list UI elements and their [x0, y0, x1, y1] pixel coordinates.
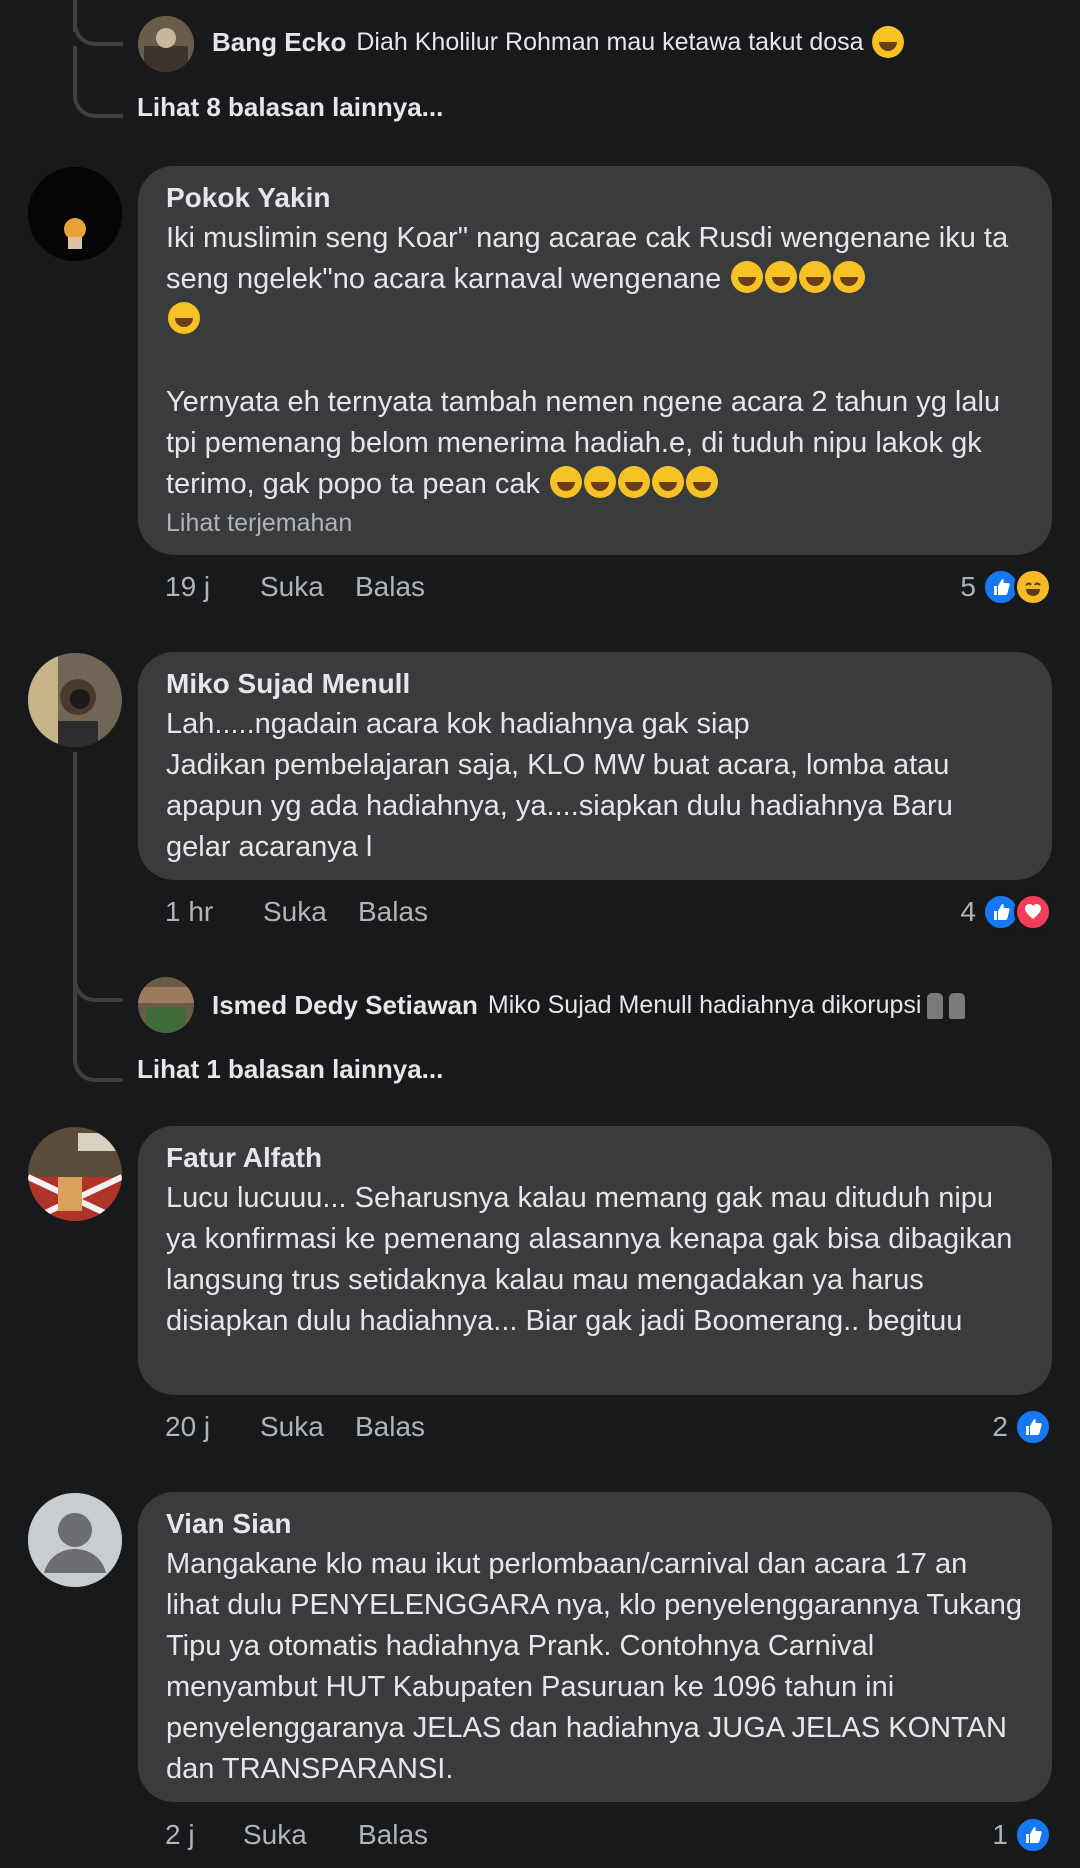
thread-connector: [73, 46, 123, 118]
reaction-summary[interactable]: 4: [960, 893, 1052, 931]
moai-emoji-icon: [927, 992, 944, 1019]
comment-actions: 2 j Suka Balas: [165, 1819, 428, 1851]
reply-item: Bang Ecko Diah Kholilur Rohman mau ketaw…: [212, 26, 904, 58]
comment-author[interactable]: Vian Sian: [166, 1506, 1024, 1542]
thread-connector: [73, 990, 123, 1082]
comment-author[interactable]: Pokok Yakin: [166, 180, 1024, 216]
heart-icon: [1014, 893, 1052, 931]
avatar-photo: [138, 16, 194, 72]
moai-emoji-icon: [949, 992, 966, 1019]
comment-author[interactable]: Fatur Alfath: [166, 1140, 1024, 1176]
rofl-emoji-icon: [618, 466, 651, 498]
comment-bubble: Fatur Alfath Lucu lucuuu... Seharusnya k…: [138, 1126, 1052, 1395]
avatar[interactable]: [28, 167, 122, 261]
reaction-count: 2: [992, 1411, 1008, 1442]
reply-text: Miko Sujad Menull hadiahnya dikorupsi: [487, 991, 922, 1019]
thread-line: [73, 752, 77, 992]
like-icon: [1014, 1816, 1052, 1854]
avatar-photo: [28, 1127, 122, 1221]
reply-item: Ismed Dedy Setiawan Miko Sujad Menull ha…: [212, 990, 966, 1021]
avatar[interactable]: [138, 977, 194, 1033]
like-button[interactable]: Suka: [243, 1819, 358, 1851]
reply-author[interactable]: Bang Ecko: [212, 27, 346, 58]
rofl-emoji-icon: [799, 261, 832, 293]
comment-text: Iki muslimin seng Koar" nang acarae cak …: [166, 218, 1024, 341]
comment-actions: 19 j Suka Balas: [165, 571, 425, 603]
like-button[interactable]: Suka: [263, 896, 358, 928]
reaction-summary[interactable]: 5: [960, 568, 1052, 606]
rofl-emoji-icon: [731, 261, 764, 293]
comment-actions: 20 j Suka Balas: [165, 1411, 425, 1443]
avatar[interactable]: [138, 16, 194, 72]
avatar[interactable]: [28, 1127, 122, 1221]
reaction-count: 4: [960, 896, 976, 927]
rofl-emoji-icon: [550, 466, 583, 498]
comment-time[interactable]: 2 j: [165, 1819, 243, 1851]
avatar-photo: [138, 977, 194, 1033]
reply-text: Diah Kholilur Rohman mau ketawa takut do…: [356, 27, 864, 56]
comment-text: Mangakane klo mau ikut perlombaan/carniv…: [166, 1548, 1030, 1785]
comment-text: Lah.....ngadain acara kok hadiahnya gak …: [166, 708, 953, 863]
comment-text: Lucu lucuuu... Seharusnya kalau memang g…: [166, 1182, 1021, 1337]
reaction-count: 5: [960, 571, 976, 602]
rofl-emoji-icon: [686, 466, 719, 498]
default-profile-icon: [28, 1493, 122, 1587]
comment-author[interactable]: Miko Sujad Menull: [166, 666, 1024, 702]
thread-connector: [73, 20, 123, 46]
comment-text-part: Iki muslimin seng Koar" nang acarae cak …: [166, 222, 1017, 295]
reaction-count: 1: [992, 1819, 1008, 1850]
reply-author[interactable]: Ismed Dedy Setiawan: [212, 990, 478, 1021]
avatar[interactable]: [28, 653, 122, 747]
comment-bubble: Pokok Yakin Iki muslimin seng Koar" nang…: [138, 166, 1052, 555]
comment-actions: 1 hr Suka Balas: [165, 896, 428, 928]
comment-time[interactable]: 20 j: [165, 1411, 260, 1443]
like-icon: [1014, 1408, 1052, 1446]
comment-text: Yernyata eh ternyata tambah nemen ngene …: [166, 382, 1024, 505]
reaction-summary[interactable]: 1: [992, 1816, 1052, 1854]
comment-bubble: Miko Sujad Menull Lah.....ngadain acara …: [138, 652, 1052, 880]
laughing-emoji-icon: [871, 26, 904, 58]
comment-time[interactable]: 1 hr: [165, 896, 263, 928]
comment-time[interactable]: 19 j: [165, 571, 260, 603]
reply-button[interactable]: Balas: [355, 1411, 425, 1443]
reply-button[interactable]: Balas: [358, 1819, 428, 1851]
like-button[interactable]: Suka: [260, 1411, 355, 1443]
avatar-photo: [28, 167, 122, 261]
reply-button[interactable]: Balas: [355, 571, 425, 603]
rofl-emoji-icon: [584, 466, 617, 498]
view-more-replies-link[interactable]: Lihat 1 balasan lainnya...: [137, 1054, 443, 1085]
haha-icon: [1014, 568, 1052, 606]
rofl-emoji-icon: [833, 261, 866, 293]
rofl-emoji-icon: [652, 466, 685, 498]
comment-bubble: Vian Sian Mangakane klo mau ikut perlomb…: [138, 1492, 1052, 1802]
rofl-emoji-icon: [168, 302, 200, 334]
avatar[interactable]: [28, 1493, 122, 1587]
reaction-summary[interactable]: 2: [992, 1408, 1052, 1446]
avatar-photo: [28, 653, 122, 747]
like-button[interactable]: Suka: [260, 571, 355, 603]
reply-button[interactable]: Balas: [358, 896, 428, 928]
view-more-replies-link[interactable]: Lihat 8 balasan lainnya...: [137, 92, 443, 123]
rofl-emoji-icon: [765, 261, 798, 293]
see-translation-link[interactable]: Lihat terjemahan: [166, 505, 1024, 541]
